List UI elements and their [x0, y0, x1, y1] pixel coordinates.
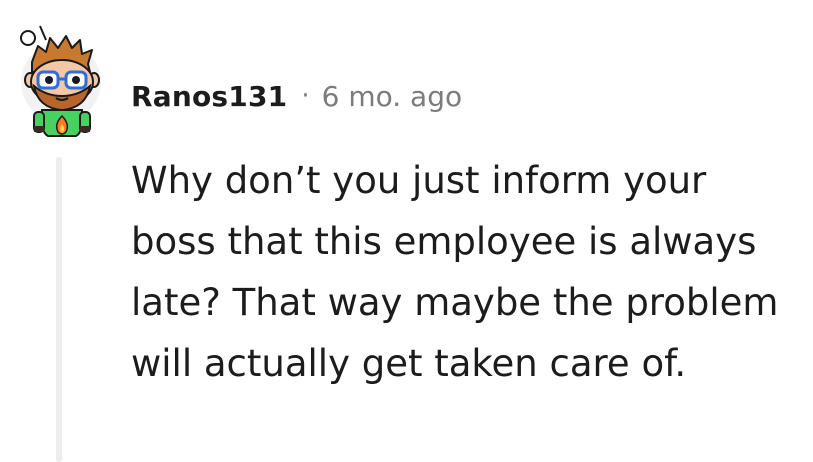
username-link[interactable]: Ranos131 — [131, 80, 287, 113]
comment: Ranos131 · 6 mo. ago Why don’t you just … — [0, 0, 813, 462]
user-avatar[interactable] — [18, 22, 104, 138]
comment-timestamp[interactable]: 6 mo. ago — [322, 80, 463, 113]
thread-line[interactable] — [56, 157, 62, 462]
comment-body: Why don’t you just inform your boss that… — [131, 159, 779, 385]
meta-separator: · — [301, 81, 310, 111]
snoo-avatar-icon — [20, 25, 101, 137]
comment-meta: Ranos131 · 6 mo. ago — [131, 74, 462, 118]
